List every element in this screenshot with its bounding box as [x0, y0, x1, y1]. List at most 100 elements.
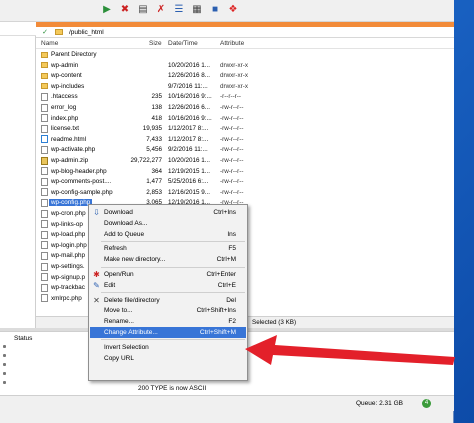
file-date: 5/25/2016 6:... [168, 178, 209, 186]
file-size: 5,456 [146, 146, 162, 154]
menu-item-label: Make new directory... [104, 256, 166, 264]
connect-icon[interactable]: ▶ [100, 3, 114, 17]
site-manager-icon[interactable]: ■ [208, 3, 222, 17]
document-icon[interactable]: ▤ [136, 3, 150, 17]
file-size: 364 [151, 167, 162, 175]
menu-item-copy-url[interactable]: Copy URL [90, 353, 246, 364]
queue-icon[interactable]: ☰ [172, 3, 186, 17]
table-row[interactable]: license.txt 19,935 1/12/2017 8:... -rw-r--r… [36, 124, 454, 135]
table-row[interactable]: wp-activate.php 5,456 9/2/2016 11:... -rw-r… [36, 145, 454, 156]
table-row[interactable]: readme.html 7,433 1/12/2017 8:... -rw-r--r-… [36, 134, 454, 145]
menu-item-make-new-directory[interactable]: Make new directory... Ctrl+M [90, 254, 246, 265]
log-bullet [3, 372, 6, 375]
toolbar: ▶ ✖ ▤ ✗ ☰ ▦ ■ ❖ [0, 0, 454, 22]
menu-item-refresh[interactable]: Refresh F5 [90, 243, 246, 254]
menu-item-shortcut: F2 [228, 318, 236, 326]
file-name: xmlrpc.php [51, 294, 82, 302]
file-name: wp-blog-header.php [51, 167, 107, 175]
table-row[interactable]: wp-admin.zip 29,722,277 10/20/2016 1... -rw… [36, 156, 454, 167]
menu-item-invert-selection[interactable]: Invert Selection [90, 342, 246, 353]
menu-item-label: Add to Queue [104, 230, 145, 238]
file-icon [41, 230, 48, 239]
menu-item-change-attribute[interactable]: Change Attribute... Ctrl+Shift+M [90, 327, 246, 338]
download-icon: ⇩ [93, 208, 100, 217]
file-attribute: -rw-r--r-- [220, 146, 244, 154]
file-name: error_log [51, 104, 77, 111]
menu-item-label: Move to... [104, 307, 133, 315]
menu-item-add-to-queue[interactable]: Add to Queue Ins [90, 229, 246, 240]
file-name: wp-config.php [49, 199, 93, 207]
check-icon[interactable]: ✓ [40, 28, 50, 36]
file-icon [41, 145, 48, 154]
file-name: wp-content [51, 72, 82, 80]
file-size: 2,853 [146, 188, 162, 196]
menu-item-download[interactable]: ⇩ Download Ctrl+Ins [90, 207, 246, 218]
file-icon [41, 114, 48, 123]
stop-icon[interactable]: ✗ [154, 3, 168, 17]
file-attribute: -rw-r--r-- [220, 114, 244, 122]
menu-item-label: Download As... [104, 219, 148, 227]
table-row[interactable]: wp-config-sample.php 2,853 12/16/2015 9...… [36, 187, 454, 198]
file-icon [41, 220, 48, 229]
zip-file-icon [41, 156, 48, 165]
menu-item-open-run[interactable]: ✱ Open/Run Ctrl+Enter [90, 269, 246, 280]
table-row[interactable]: wp-content 12/26/2016 8... drwxr-xr-x [36, 71, 454, 82]
selected-size-text: Selected (3 KB) [252, 319, 297, 326]
menu-item-rename[interactable]: Rename... F2 [90, 316, 246, 327]
file-date: 1/12/2017 8:... [168, 135, 209, 143]
file-list-header: Name Size Date/Time Attribute [36, 38, 454, 49]
bookmark-icon[interactable]: ❖ [226, 3, 240, 17]
table-row[interactable]: error_log 138 12/26/2016 6... -rw-r--r-- [36, 103, 454, 114]
file-attribute: -rw-r--r-- [220, 167, 244, 175]
remote-path-text[interactable]: /public_html [69, 29, 104, 36]
file-size: 1,477 [146, 178, 162, 186]
table-row[interactable]: .htaccess 235 10/16/2016 9:... -r--r--r-- [36, 92, 454, 103]
file-icon [41, 198, 48, 207]
file-name: wp-login.php [51, 241, 87, 249]
file-icon [41, 294, 48, 303]
file-date: 12/26/2016 8... [168, 72, 211, 80]
table-row[interactable]: wp-includes 9/7/2016 11:... drwxr-xr-x [36, 81, 454, 92]
menu-item-shortcut: Del [226, 296, 236, 304]
table-row[interactable]: Parent Directory [36, 50, 454, 61]
menu-item-edit[interactable]: ✎ Edit Ctrl+E [90, 280, 246, 291]
disconnect-icon[interactable]: ✖ [118, 3, 132, 17]
table-row[interactable]: wp-comments-post.... 1,477 5/25/2016 6:...… [36, 177, 454, 188]
file-attribute: -r--r--r-- [220, 93, 241, 101]
menu-item-label: Copy URL [104, 354, 134, 362]
log-bullet [3, 345, 6, 348]
menu-item-shortcut: F5 [228, 245, 236, 253]
queue-count-badge[interactable]: 4 [422, 399, 431, 408]
column-attribute[interactable]: Attribute [220, 40, 244, 47]
file-attribute: -rw-r--r-- [220, 104, 244, 111]
menu-item-label: Invert Selection [104, 343, 149, 351]
column-date[interactable]: Date/Time [168, 40, 198, 47]
table-row[interactable]: wp-admin 10/20/2016 1... drwxr-xr-x [36, 60, 454, 71]
menu-item-move-to[interactable]: Move to... Ctrl+Shift+Ins [90, 305, 246, 316]
log-header: Status [14, 335, 33, 342]
table-row[interactable]: index.php 418 10/16/2016 9:... -rw-r--r-- [36, 113, 454, 124]
file-name: wp-links-op [51, 220, 83, 228]
menu-item-label: Refresh [104, 245, 127, 253]
file-attribute: drwxr-xr-x [220, 82, 248, 90]
folder-icon[interactable] [54, 28, 64, 36]
local-pane [0, 22, 36, 328]
edit-icon: ✎ [93, 280, 100, 290]
log-icon[interactable]: ▦ [190, 3, 204, 17]
menu-item-delete-file-directory[interactable]: ✕ Delete file/directory Del [90, 295, 246, 306]
column-name[interactable]: Name [41, 40, 58, 47]
file-size: 7,433 [146, 135, 162, 143]
file-date: 9/7/2016 11:... [168, 82, 208, 90]
file-name: wp-trackbac [51, 284, 85, 292]
file-icon [41, 188, 48, 197]
file-name: wp-mail.php [51, 252, 85, 260]
menu-item-shortcut: Ctrl+M [216, 256, 236, 264]
menu-item-label: Edit [104, 281, 116, 289]
menu-item-download-as[interactable]: Download As... [90, 218, 246, 229]
html-file-icon [41, 135, 48, 144]
table-row[interactable]: wp-blog-header.php 364 12/19/2015 1... -rw-… [36, 166, 454, 177]
column-size[interactable]: Size [149, 40, 162, 47]
menu-separator [101, 240, 245, 242]
file-name: wp-comments-post.... [51, 178, 112, 186]
local-path-field[interactable] [0, 22, 36, 36]
